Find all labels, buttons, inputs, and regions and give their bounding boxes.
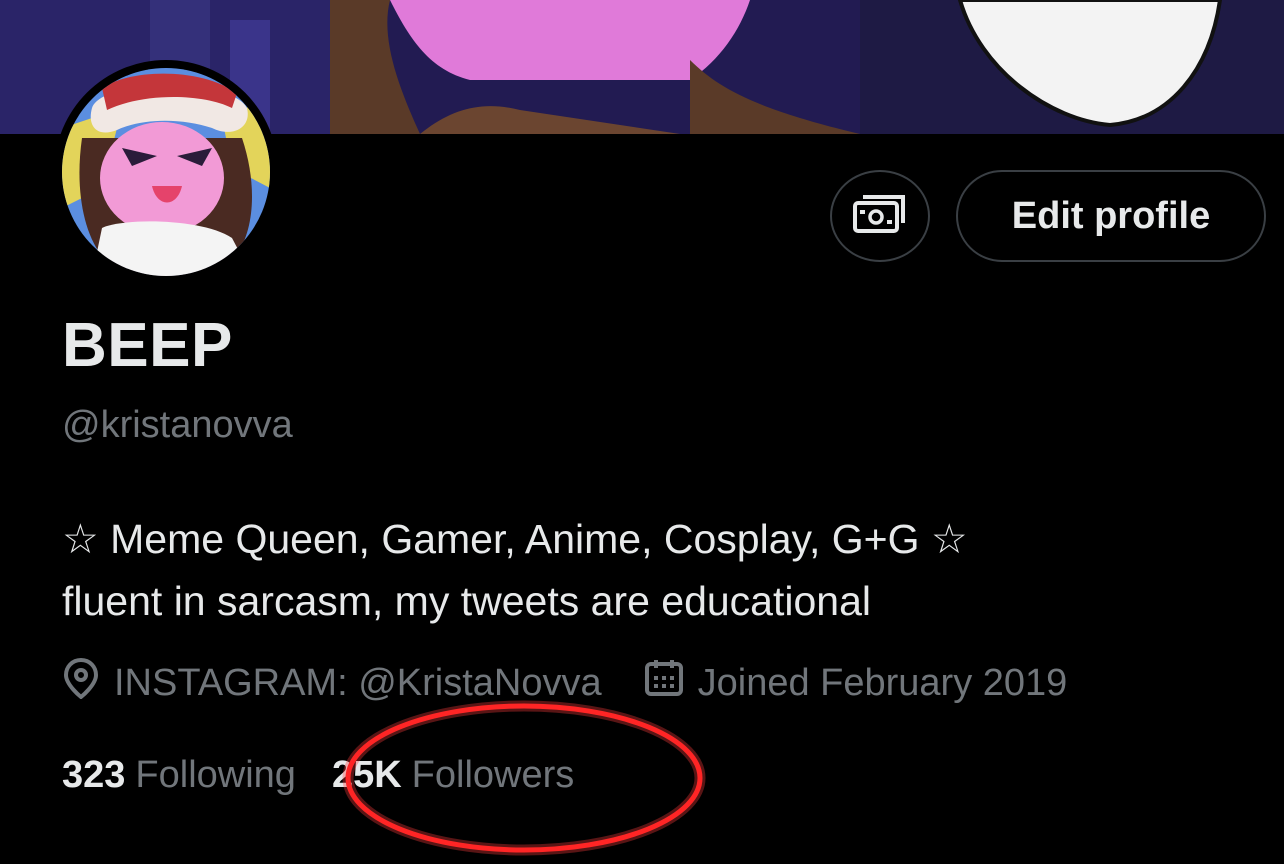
location-pin-icon [62,657,114,709]
display-name: BEEP [62,311,233,380]
user-handle: @kristanovva [62,404,293,446]
followers-label: Followers [411,753,575,796]
followers-link[interactable]: 25K Followers [332,754,574,797]
calendar-icon [644,658,698,708]
avatar[interactable] [54,60,278,284]
profile-meta: INSTAGRAM: @KristaNovva Joined February … [62,656,1067,710]
joined-date: Joined February 2019 [697,661,1068,704]
following-link[interactable]: 323 Following [62,754,296,797]
location-text[interactable]: INSTAGRAM: @KristaNovva [114,662,602,705]
location-item: INSTAGRAM: @KristaNovva [62,657,602,709]
bio-line: fluent in sarcasm, my tweets are educati… [62,578,871,624]
followers-count: 25K [331,753,402,796]
money-icon [851,193,909,240]
tips-button[interactable] [830,170,930,262]
bio-line: ☆ Meme Queen, Gamer, Anime, Cosplay, G+G… [62,516,968,562]
following-count: 323 [62,753,126,796]
joined-item: Joined February 2019 [644,658,1068,708]
profile-bio: ☆ Meme Queen, Gamer, Anime, Cosplay, G+G… [62,508,1242,632]
follow-counts: 323 Following 25K Followers [62,748,574,802]
edit-profile-button[interactable]: Edit profile [956,170,1266,262]
following-label: Following [135,753,296,796]
